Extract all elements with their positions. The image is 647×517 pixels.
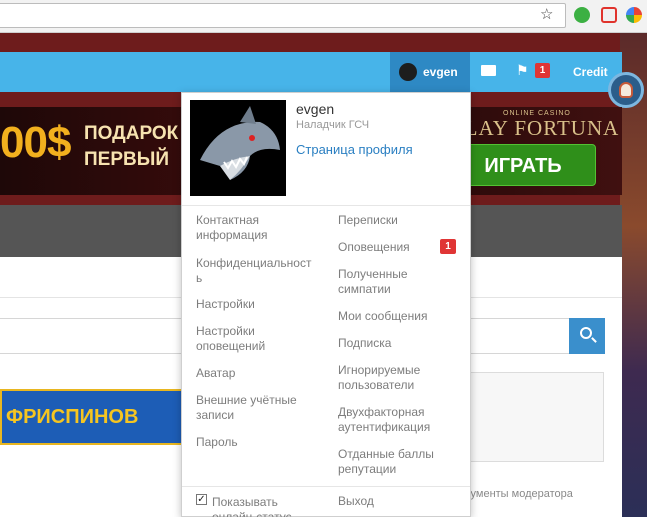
menu-preferences[interactable]: Настройки [196, 297, 316, 312]
account-menu-button[interactable]: evgen [390, 52, 470, 92]
logout-link[interactable]: Выход [338, 494, 458, 509]
profile-page-link[interactable]: Страница профиля [296, 142, 413, 157]
menu-external-accounts[interactable]: Внешние учётные записи [196, 393, 316, 423]
menu-two-step[interactable]: Двухфакторная аутентификация [338, 405, 458, 435]
menu-privacy[interactable]: Конфиденциальность [196, 256, 314, 286]
alerts-count-badge: 1 [440, 239, 456, 254]
navbar-username: evgen [423, 65, 458, 79]
side-panel [470, 372, 604, 462]
search-icon [580, 327, 592, 339]
dropdown-username[interactable]: evgen [296, 101, 334, 117]
profile-avatar[interactable] [190, 100, 286, 196]
banner-gift-line2: ПЕРВЫЙ [84, 149, 169, 170]
flag-icon[interactable]: ⚑ [516, 63, 530, 77]
divider [182, 486, 470, 487]
extension-red-icon[interactable] [601, 7, 617, 23]
address-bar[interactable] [0, 3, 566, 28]
browser-toolbar: ☆ [0, 0, 647, 33]
divider [182, 205, 470, 206]
search-button[interactable] [569, 318, 605, 354]
menu-reputation-given[interactable]: Отданные баллы репутации [338, 447, 458, 477]
user-role: Наладчик ГСЧ [296, 119, 370, 131]
banner-gift-text: ПОДАРОК ПЕРВЫЙ [84, 121, 178, 173]
extension-green-icon[interactable] [574, 7, 590, 23]
shark-avatar-icon [190, 100, 286, 196]
menu-my-posts[interactable]: Мои сообщения [338, 309, 458, 324]
show-online-checkbox[interactable]: ✓ [196, 494, 207, 505]
avatar [399, 63, 417, 81]
widget-icon [619, 82, 633, 98]
menu-watched[interactable]: Подписка [338, 336, 458, 351]
menu-conversations[interactable]: Переписки [338, 213, 458, 228]
menu-avatar[interactable]: Аватар [196, 366, 316, 381]
show-online-label: Показывать онлайн-статус [212, 495, 292, 517]
chrome-extension-icon[interactable] [626, 7, 642, 23]
banner-logo: PLAY FORTUNA [452, 116, 620, 140]
freespins-text: ФРИСПИНОВ [6, 406, 139, 428]
menu-contact-info[interactable]: Контактная информация [196, 213, 316, 243]
banner-gift-line1: ПОДАРОК [84, 123, 179, 144]
credit-link[interactable]: Credit [573, 65, 608, 79]
menu-ignored-users[interactable]: Игнорируемые пользователи [338, 363, 458, 393]
play-button[interactable]: ИГРАТЬ [450, 144, 596, 186]
alerts-badge: 1 [535, 63, 550, 78]
banner-amount: 00$ [0, 118, 71, 167]
menu-likes-received[interactable]: Полученные симпатии [338, 267, 458, 297]
star-icon[interactable]: ☆ [540, 7, 553, 22]
mail-icon[interactable] [481, 65, 496, 76]
menu-alert-preferences[interactable]: Настройки оповещений [196, 324, 316, 354]
menu-password[interactable]: Пароль [196, 435, 316, 450]
